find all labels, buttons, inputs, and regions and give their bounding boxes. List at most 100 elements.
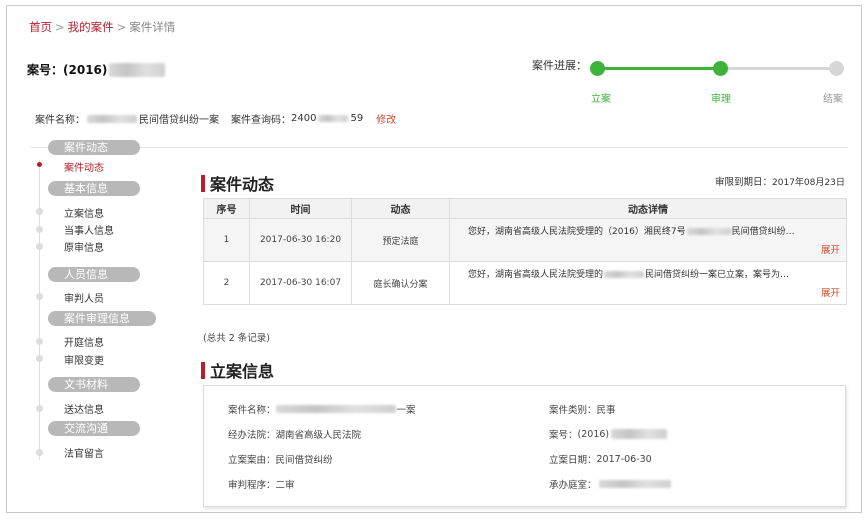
filing-division: 承办庭室： <box>549 477 671 491</box>
row-detail-text: 您好，湖南省高级人民法院受理的 民间借贷纠纷一案已立案，案号为… <box>468 267 840 280</box>
sidebar-item-delivery-info[interactable]: 送达信息 <box>64 401 104 416</box>
redacted-case-number <box>109 62 166 77</box>
row-time: 2017-06-30 16:20 <box>249 218 352 262</box>
column-header-detail: 动态详情 <box>449 198 847 219</box>
sidebar-group-documents: 文书材料 <box>48 377 140 392</box>
sidebar-item-party-info[interactable]: 当事人信息 <box>64 222 114 237</box>
filing-date: 立案日期： 2017-06-30 <box>549 452 652 467</box>
redacted-division <box>598 480 671 488</box>
breadcrumb-current: 案件详情 <box>129 20 176 34</box>
edit-link[interactable]: 修改 <box>376 111 396 126</box>
row-event: 庭长确认分案 <box>351 261 450 305</box>
row-no: 1 <box>203 218 250 262</box>
progress-label: 案件进展： <box>532 59 587 72</box>
redacted-case-number <box>611 429 668 439</box>
column-header-no: 序号 <box>203 198 250 219</box>
progress-track-todo <box>721 67 836 70</box>
field-label: 案件类别： <box>549 405 597 416</box>
total-records: (总共 2 条记录) <box>203 333 270 344</box>
sidebar-item-original-trial-info[interactable]: 原审信息 <box>64 239 104 254</box>
sidebar-dot-active <box>37 162 42 167</box>
redacted-text <box>686 228 731 235</box>
section-title-text: 案件动态 <box>210 175 275 194</box>
section-title-bar <box>201 361 205 379</box>
field-label: 经办法院： <box>228 430 276 441</box>
breadcrumb-home-link[interactable]: 首页 <box>29 20 52 34</box>
sidebar-item-judge-messages[interactable]: 法官留言 <box>64 445 104 460</box>
case-number-prefix: (2016) <box>63 62 108 77</box>
case-number: 案号： (2016) <box>27 61 166 78</box>
table-header-row: 序号 时间 动态 动态详情 <box>203 198 847 219</box>
table-row: 2 2017-06-30 16:07 庭长确认分案 您好，湖南省高级人民法院受理… <box>203 261 847 305</box>
query-code-suffix: 59 <box>350 113 364 124</box>
sidebar-dot <box>36 243 43 250</box>
row-detail: 您好，湖南省高级人民法院受理的（2016）湘民终7号 民间借贷纠纷… 展开 <box>449 218 847 262</box>
sidebar-dot <box>36 338 43 345</box>
sidebar-item-judges[interactable]: 审判人员 <box>64 290 104 305</box>
progress-node-trial <box>713 61 728 76</box>
sidebar-timeline <box>39 160 40 460</box>
row-detail: 您好，湖南省高级人民法院受理的 民间借贷纠纷一案已立案，案号为… 展开 <box>449 261 847 305</box>
filing-court: 经办法院： 湖南省高级人民法院 <box>228 427 361 441</box>
detail-part: 民间借贷纠纷… <box>731 227 795 237</box>
case-meta: 案件名称： 民间借贷纠纷一案 案件查询码： 2400 59 修改 <box>35 111 396 126</box>
sidebar-group-communication: 交流沟通 <box>48 421 140 436</box>
progress-track-done <box>597 67 721 70</box>
table-row: 1 2017-06-30 16:20 预定法庭 您好，湖南省高级人民法院受理的（… <box>203 218 847 262</box>
detail-part: 您好，湖南省高级人民法院受理的 <box>468 270 604 280</box>
field-label: 案号： <box>549 430 578 441</box>
deadline-value: 2017年08月23日 <box>772 178 845 188</box>
row-event: 预定法庭 <box>351 218 450 262</box>
expand-link[interactable]: 展开 <box>468 285 840 299</box>
section-title-text: 立案信息 <box>210 362 275 381</box>
sidebar-group-trial-info: 案件审理信息 <box>48 311 156 326</box>
filing-procedure: 审判程序： 二审 <box>228 477 295 491</box>
sidebar-dot <box>36 208 43 215</box>
sidebar-item-term-change[interactable]: 审限变更 <box>64 352 104 367</box>
query-code-prefix: 2400 <box>291 113 317 124</box>
sidebar-dot <box>36 226 43 233</box>
query-code-label: 案件查询码： <box>231 115 291 126</box>
column-header-time: 时间 <box>249 198 352 219</box>
field-value: 湖南省高级人民法院 <box>275 430 362 441</box>
field-value: 2017-06-30 <box>596 453 652 465</box>
detail-part: 民间借贷纠纷一案已立案，案号为… <box>645 270 790 280</box>
sidebar-group-personnel-info: 人员信息 <box>48 267 140 282</box>
sidebar-item-filing-info[interactable]: 立案信息 <box>64 205 104 220</box>
sidebar-dot <box>36 449 43 456</box>
case-name-value: 民间借贷纠纷一案 <box>139 115 219 126</box>
progress-node-filing <box>590 61 605 76</box>
sidebar-item-hearing-info[interactable]: 开庭信息 <box>64 334 104 349</box>
redacted-query-code <box>318 115 349 122</box>
sidebar-group-basic-info: 基本信息 <box>48 181 140 196</box>
case-name-label: 案件名称： <box>35 115 85 126</box>
breadcrumb-separator: > <box>116 20 127 34</box>
filing-case-type: 案件类别： 民事 <box>549 402 616 416</box>
row-detail-text: 您好，湖南省高级人民法院受理的（2016）湘民终7号 民间借贷纠纷… <box>468 224 840 237</box>
progress-step-filing: 立案 <box>591 94 611 105</box>
field-value: 二审 <box>275 480 295 491</box>
section-title-case-dynamics: 案件动态 <box>201 171 274 195</box>
breadcrumb-my-cases-link[interactable]: 我的案件 <box>68 20 114 34</box>
case-number-label: 案号： <box>27 63 64 77</box>
expand-link[interactable]: 展开 <box>468 242 840 256</box>
field-label: 立案案由： <box>228 455 276 466</box>
deadline-label: 审限到期日： <box>715 177 773 188</box>
sidebar-item-case-dynamics[interactable]: 案件动态 <box>64 159 104 174</box>
filing-cause: 立案案由： 民间借贷纠纷 <box>228 452 333 466</box>
breadcrumb-separator: > <box>55 20 65 34</box>
deadline: 审限到期日：2017年08月23日 <box>715 174 845 188</box>
detail-part: 您好，湖南省高级人民法院受理的（2016）湘民终7号 <box>468 227 686 237</box>
field-label: 审判程序： <box>228 480 276 491</box>
breadcrumb: 首页 > 我的案件 > 案件详情 <box>29 19 175 35</box>
progress-step-closed: 结案 <box>823 94 843 105</box>
field-label: 案件名称： <box>228 405 276 416</box>
row-no: 2 <box>203 261 250 305</box>
field-value: 民事 <box>596 405 616 416</box>
sidebar-group-case-dynamics: 案件动态 <box>48 140 140 155</box>
progress-node-closed <box>829 61 844 76</box>
case-dynamics-table: 序号 时间 动态 动态详情 1 2017-06-30 16:20 预定法庭 您好… <box>203 198 847 305</box>
section-title-bar <box>201 174 205 192</box>
redacted-case-name <box>275 405 396 413</box>
redacted-text <box>604 271 645 278</box>
